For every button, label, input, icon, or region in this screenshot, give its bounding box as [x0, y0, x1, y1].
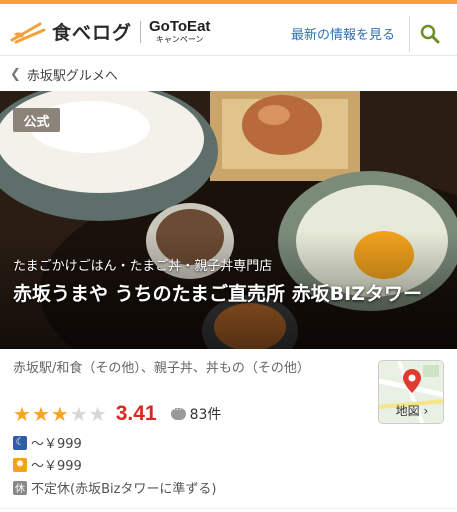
review-count-link[interactable]: 83件	[170, 402, 222, 424]
hero-photo[interactable]: 公式 たまごかけごはん・たまご丼・親子丼専門店 赤坂うまや うちのたまご直売所 …	[0, 91, 457, 349]
sun-icon: ✹	[13, 457, 27, 472]
gotoeat-logo: GoToEat キャンペーン	[149, 19, 210, 44]
chevron-right-icon: ›	[423, 404, 429, 418]
comment-icon	[170, 402, 186, 420]
star-icon: ★	[13, 402, 31, 426]
gotoeat-subtitle: キャンペーン	[155, 35, 204, 44]
moon-icon: ☾	[13, 435, 27, 450]
search-icon[interactable]	[420, 24, 440, 44]
star-icon: ★	[31, 402, 50, 426]
map-pin-icon	[403, 369, 421, 397]
header-divider	[409, 16, 410, 52]
latest-info-link[interactable]: 最新の情報を見る	[291, 24, 395, 43]
site-header: 食べログ GoToEat キャンペーン 最新の情報を見る	[0, 4, 457, 56]
star-rating: ★ ★ ★ ★ ★	[13, 404, 108, 424]
map-button[interactable]: 地図 ›	[378, 360, 444, 424]
holiday-text: 不定休(赤坂Bizタワーに準ずる)	[31, 482, 217, 497]
star-icon: ★	[50, 402, 69, 426]
map-label-text: 地図	[395, 404, 420, 418]
rating-score: 3.41	[115, 402, 157, 425]
dinner-budget-value: ～￥999	[31, 437, 82, 452]
review-count: 83件	[189, 407, 222, 423]
breadcrumb-label: 赤坂駅グルメへ	[26, 68, 118, 84]
lunch-budget: ✹ ～￥999	[13, 455, 82, 474]
regular-holiday: 休 不定休(赤坂Bizタワーに準ずる)	[13, 478, 217, 497]
dinner-budget: ☾ ～￥999	[13, 433, 82, 452]
rating-row: ★ ★ ★ ★ ★ 3.41 83件	[13, 402, 221, 426]
restaurant-title: 赤坂うまや うちのたまご直売所 赤坂BIZタワー	[13, 283, 422, 305]
chevron-left-icon: ❮	[10, 66, 21, 82]
restaurant-subtitle: たまごかけごはん・たまご丼・親子丼専門店	[13, 259, 273, 274]
logo-text: 食べログ	[52, 22, 133, 44]
star-icon: ★	[88, 402, 107, 426]
logo-divider	[140, 20, 142, 43]
breadcrumb[interactable]: ❮ 赤坂駅グルメへ	[0, 57, 457, 91]
bottom-divider	[0, 508, 457, 509]
official-badge: 公式	[13, 108, 60, 132]
chopsticks-logo-icon	[10, 20, 46, 44]
tabelog-logo[interactable]: 食べログ GoToEat キャンペーン	[10, 18, 210, 45]
holiday-icon: 休	[13, 480, 27, 495]
lunch-budget-value: ～￥999	[31, 459, 82, 474]
map-label: 地図 ›	[379, 402, 443, 419]
gotoeat-title: GoToEat	[149, 18, 211, 35]
star-icon: ★	[69, 402, 88, 426]
restaurant-genre: 赤坂駅/和食（その他）、親子丼、丼もの（その他）	[13, 361, 310, 376]
